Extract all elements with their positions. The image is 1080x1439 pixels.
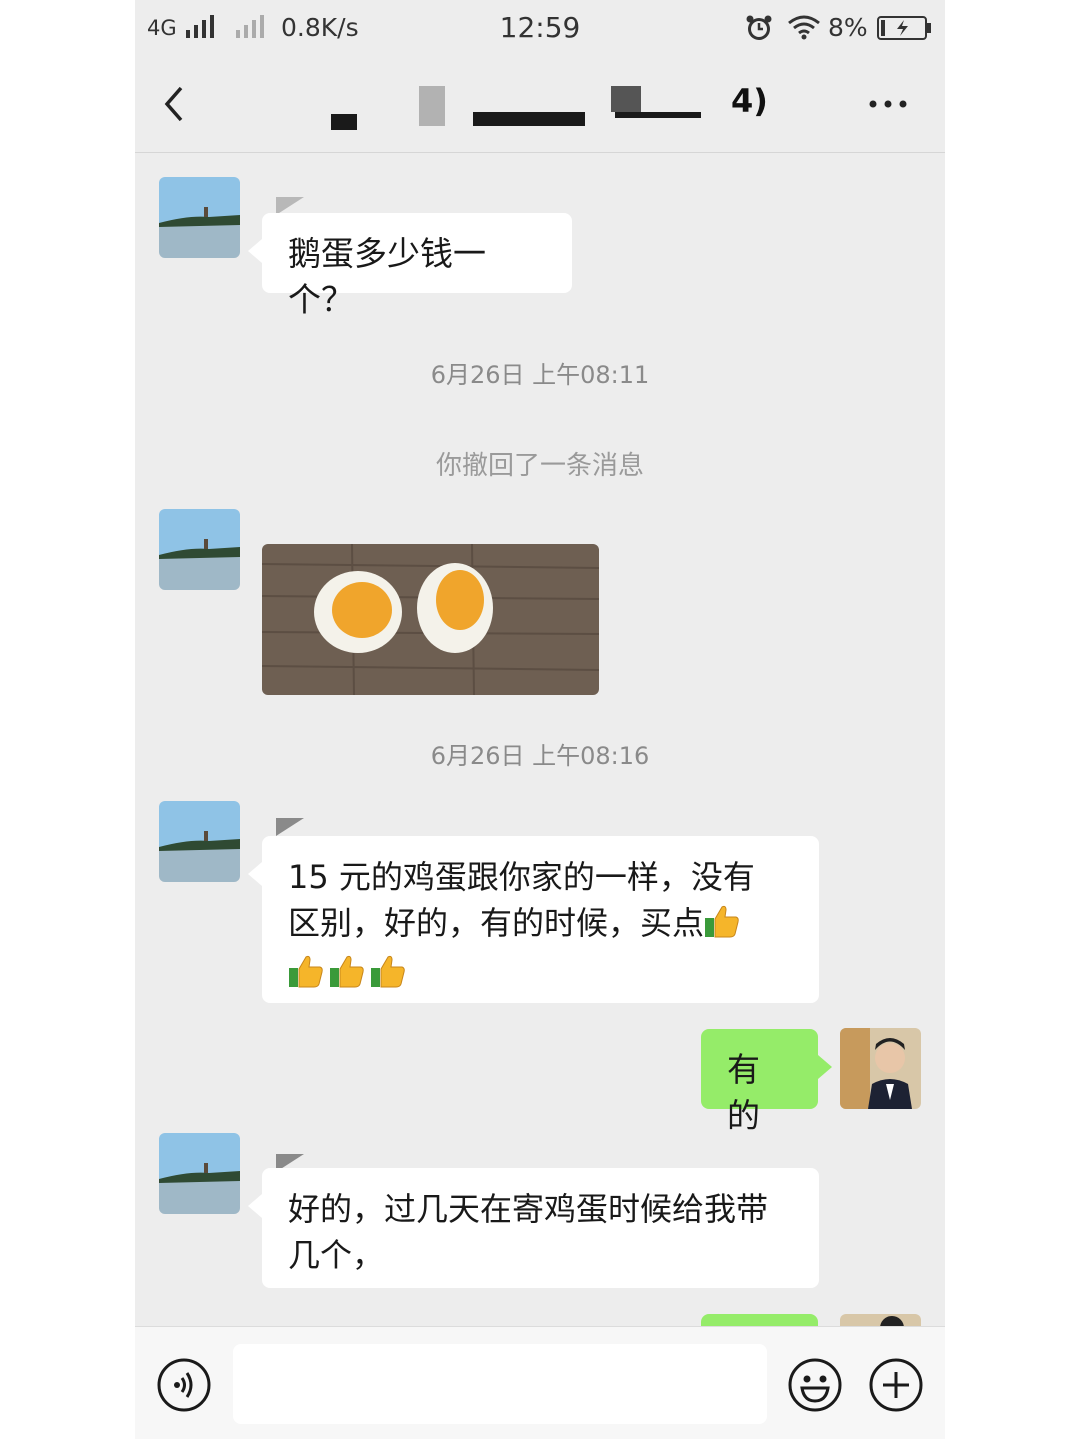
battery-charging-icon [877,16,933,48]
thumbs-up-emoji-icon [329,954,365,1000]
contact-avatar[interactable] [159,1133,240,1214]
message-bubble[interactable]: 鹅蛋多少钱一个？ [248,213,572,319]
chat-header: 4) [135,56,945,153]
my-message-bubble[interactable]: 有的 [701,1029,832,1135]
clock: 12:59 [499,11,581,44]
back-arrow-icon [164,86,183,122]
emoji-icon [788,1358,842,1412]
image-message[interactable] [262,544,599,695]
more-functions-button[interactable] [868,1357,924,1413]
back-button[interactable] [155,84,195,124]
chat-screen: 4G 0.8K/s 12:59 8% 4) 鹅蛋多少钱一个？ 6月26日 上午0… [135,0,945,1439]
redacted-title [419,86,445,126]
lake-photo-avatar-icon [159,509,240,590]
recall-notice: 你撤回了一条消息 [435,451,644,481]
message-timestamp: 6月26日 上午08:16 [430,742,650,770]
message-bubble[interactable]: 好的，过几天在寄鸡蛋时候给我带 几个， [248,1168,819,1288]
alarm-icon [745,14,773,50]
input-bar [135,1326,945,1439]
message-bubble[interactable]: 15 元的鸡蛋跟你家的一样，没有 区别，好的，有的时候，买点 [248,836,819,1003]
redacted-title [615,112,701,118]
person-photo-avatar-icon [840,1028,921,1109]
thumbs-up-emoji-icon [704,904,740,950]
my-avatar[interactable] [840,1028,921,1109]
message-text: 好的，过几天在寄鸡蛋时候给我带 几个， [288,1190,769,1274]
voice-icon [157,1358,211,1412]
message-text: 鹅蛋多少钱一个？ [288,234,486,319]
plus-icon [869,1358,923,1412]
message-text: 有的 [727,1050,760,1135]
lake-photo-avatar-icon [159,177,240,258]
voice-button[interactable] [156,1357,212,1413]
redacted-title [331,114,357,130]
message-input[interactable] [233,1344,767,1424]
lake-photo-avatar-icon [159,1133,240,1214]
contact-avatar[interactable] [159,801,240,882]
more-icon [869,100,907,108]
battery-percent: 8% [828,13,868,42]
message-timestamp: 6月26日 上午08:11 [430,361,650,389]
redacted-title [473,112,585,126]
lake-photo-avatar-icon [159,801,240,882]
message-text: 15 元的鸡蛋跟你家的一样，没有 区别，好的，有的时候，买点 [288,854,793,1000]
thumbs-up-emoji-icon [370,954,406,1000]
redacted-title [611,86,641,112]
boiled-eggs-photo-icon [262,544,599,695]
contact-avatar[interactable] [159,177,240,258]
thumbs-up-emoji-icon [288,954,324,1000]
contact-avatar[interactable] [159,509,240,590]
emoji-button[interactable] [787,1357,843,1413]
more-button[interactable] [863,84,913,124]
status-bar: 4G 0.8K/s 12:59 8% [135,0,945,56]
wifi-icon [787,14,821,48]
sender-name-stub [276,818,304,836]
